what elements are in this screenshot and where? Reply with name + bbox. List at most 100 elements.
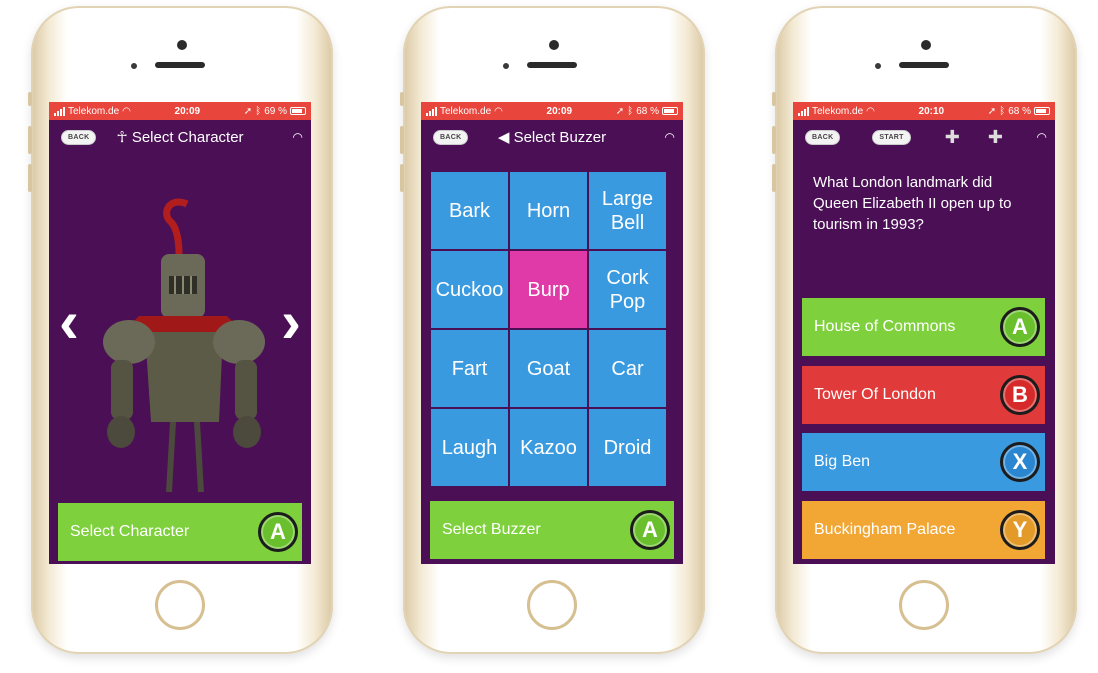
front-camera bbox=[549, 40, 559, 50]
back-button[interactable]: BACK bbox=[61, 129, 97, 145]
home-button[interactable] bbox=[155, 580, 205, 630]
answer-button-b[interactable]: Tower Of London B bbox=[802, 366, 1045, 424]
bluetooth-icon: ᛒ bbox=[627, 105, 634, 117]
buzzer-tile[interactable]: Large Bell bbox=[589, 172, 666, 249]
question-text: What London landmark did Queen Elizabeth… bbox=[813, 174, 1012, 233]
signal-bars-icon bbox=[54, 106, 65, 116]
home-button[interactable] bbox=[527, 580, 577, 630]
select-buzzer-label: Select Buzzer bbox=[442, 521, 541, 538]
speaker-icon: ◀ bbox=[497, 129, 510, 146]
back-button[interactable]: BACK bbox=[433, 129, 469, 145]
buzzer-tile[interactable]: Car bbox=[589, 330, 666, 407]
phone-frame-buzzer: Telekom.de ◠ 20:09 ➚ ᛒ 68 % BACK ◀ Selec… bbox=[400, 6, 705, 654]
battery-icon bbox=[661, 107, 678, 115]
buzzer-tile-selected[interactable]: Burp bbox=[510, 251, 587, 328]
carrier-label: Telekom.de bbox=[68, 105, 120, 117]
location-arrow-icon: ➚ bbox=[615, 105, 625, 117]
mute-switch bbox=[28, 92, 32, 106]
earpiece-speaker bbox=[899, 62, 949, 68]
mute-switch bbox=[400, 92, 404, 106]
clock: 20:10 bbox=[918, 105, 945, 117]
dpad-icon[interactable]: ✚ bbox=[945, 127, 960, 148]
status-bar: Telekom.de ◠ 20:09 ➚ ᛒ 68 % bbox=[421, 102, 683, 120]
proximity-sensor bbox=[503, 63, 509, 69]
buzzer-tile[interactable]: Horn bbox=[510, 172, 587, 249]
answer-button-y[interactable]: Buckingham Palace Y bbox=[802, 501, 1045, 559]
status-bar: Telekom.de ◠ 20:09 ➚ ᛒ 69 % bbox=[49, 102, 311, 120]
signal-bars-icon bbox=[426, 106, 437, 116]
select-character-button[interactable]: Select Character A bbox=[58, 503, 302, 561]
wifi-icon: ◠ bbox=[122, 105, 131, 117]
person-icon: ☥ bbox=[116, 129, 128, 146]
connection-wifi-icon: ◠ bbox=[1036, 130, 1047, 144]
carrier-label: Telekom.de bbox=[440, 105, 492, 117]
battery-percent: 68 % bbox=[1008, 105, 1031, 117]
phone-frame-character: Telekom.de ◠ 20:09 ➚ ᛒ 69 % BACK ☥ Selec… bbox=[28, 6, 333, 654]
buzzer-select-screen: Telekom.de ◠ 20:09 ➚ ᛒ 68 % BACK ◀ Selec… bbox=[421, 102, 683, 564]
select-buzzer-button[interactable]: Select Buzzer A bbox=[430, 501, 674, 559]
wifi-icon: ◠ bbox=[494, 105, 503, 117]
a-badge-icon: A bbox=[258, 512, 298, 552]
buzzer-tile[interactable]: Goat bbox=[510, 330, 587, 407]
status-bar: Telekom.de ◠ 20:10 ➚ ᛒ 68 % bbox=[793, 102, 1055, 120]
answer-label: Tower Of London bbox=[814, 386, 936, 403]
bluetooth-icon: ᛒ bbox=[255, 105, 262, 117]
answer-label: Big Ben bbox=[814, 453, 871, 470]
select-character-label: Select Character bbox=[70, 523, 190, 540]
battery-percent: 68 % bbox=[636, 105, 659, 117]
buzzer-tile[interactable]: Laugh bbox=[431, 409, 508, 486]
chevron-right-icon[interactable]: › bbox=[281, 292, 301, 352]
buzzer-tile[interactable]: Kazoo bbox=[510, 409, 587, 486]
signal-bars-icon bbox=[798, 106, 809, 116]
dpad-icon[interactable]: ✚ bbox=[988, 127, 1003, 148]
clock: 20:09 bbox=[546, 105, 573, 117]
connection-wifi-icon: ◠ bbox=[664, 130, 675, 144]
nav-bar: BACK ☥ Select Character ◠ bbox=[49, 120, 311, 154]
location-arrow-icon: ➚ bbox=[243, 105, 253, 117]
battery-icon bbox=[289, 107, 306, 115]
mute-switch bbox=[772, 92, 776, 106]
proximity-sensor bbox=[875, 63, 881, 69]
buzzer-tile[interactable]: Cuckoo bbox=[431, 251, 508, 328]
proximity-sensor bbox=[131, 63, 137, 69]
page-title: Select Buzzer bbox=[513, 129, 607, 146]
knight-character-image bbox=[103, 198, 265, 492]
start-button[interactable]: START bbox=[872, 129, 911, 145]
quiz-screen: Telekom.de ◠ 20:10 ➚ ᛒ 68 % BACK START ✚… bbox=[793, 102, 1055, 564]
y-badge-icon: Y bbox=[1000, 510, 1040, 550]
battery-icon bbox=[1033, 107, 1050, 115]
location-arrow-icon: ➚ bbox=[987, 105, 997, 117]
page-title: Select Character bbox=[131, 129, 244, 146]
connection-wifi-icon: ◠ bbox=[292, 130, 303, 144]
chevron-left-icon[interactable]: ‹ bbox=[59, 292, 79, 352]
x-badge-icon: X bbox=[1000, 442, 1040, 482]
buzzer-tile[interactable]: Cork Pop bbox=[589, 251, 666, 328]
buzzer-tile[interactable]: Droid bbox=[589, 409, 666, 486]
a-badge-icon: A bbox=[1000, 307, 1040, 347]
earpiece-speaker bbox=[155, 62, 205, 68]
volume-down-button bbox=[28, 164, 32, 192]
b-badge-icon: B bbox=[1000, 375, 1040, 415]
volume-up-button bbox=[772, 126, 776, 154]
volume-up-button bbox=[400, 126, 404, 154]
front-camera bbox=[177, 40, 187, 50]
earpiece-speaker bbox=[527, 62, 577, 68]
buzzer-tile[interactable]: Fart bbox=[431, 330, 508, 407]
answer-button-x[interactable]: Big Ben X bbox=[802, 433, 1045, 491]
battery-percent: 69 % bbox=[264, 105, 287, 117]
answer-button-a[interactable]: House of Commons A bbox=[802, 298, 1045, 356]
wifi-icon: ◠ bbox=[866, 105, 875, 117]
a-badge-icon: A bbox=[630, 510, 670, 550]
phone-frame-quiz: Telekom.de ◠ 20:10 ➚ ᛒ 68 % BACK START ✚… bbox=[772, 6, 1077, 654]
volume-down-button bbox=[400, 164, 404, 192]
volume-down-button bbox=[772, 164, 776, 192]
back-button[interactable]: BACK bbox=[805, 129, 841, 145]
clock: 20:09 bbox=[174, 105, 201, 117]
nav-bar: BACK ◀ Select Buzzer ◠ bbox=[421, 120, 683, 154]
buzzer-tile[interactable]: Bark bbox=[431, 172, 508, 249]
front-camera bbox=[921, 40, 931, 50]
character-select-screen: Telekom.de ◠ 20:09 ➚ ᛒ 69 % BACK ☥ Selec… bbox=[49, 102, 311, 564]
home-button[interactable] bbox=[899, 580, 949, 630]
volume-up-button bbox=[28, 126, 32, 154]
buzzer-grid: Bark Horn Large Bell Cuckoo Burp Cork Po… bbox=[431, 172, 670, 486]
